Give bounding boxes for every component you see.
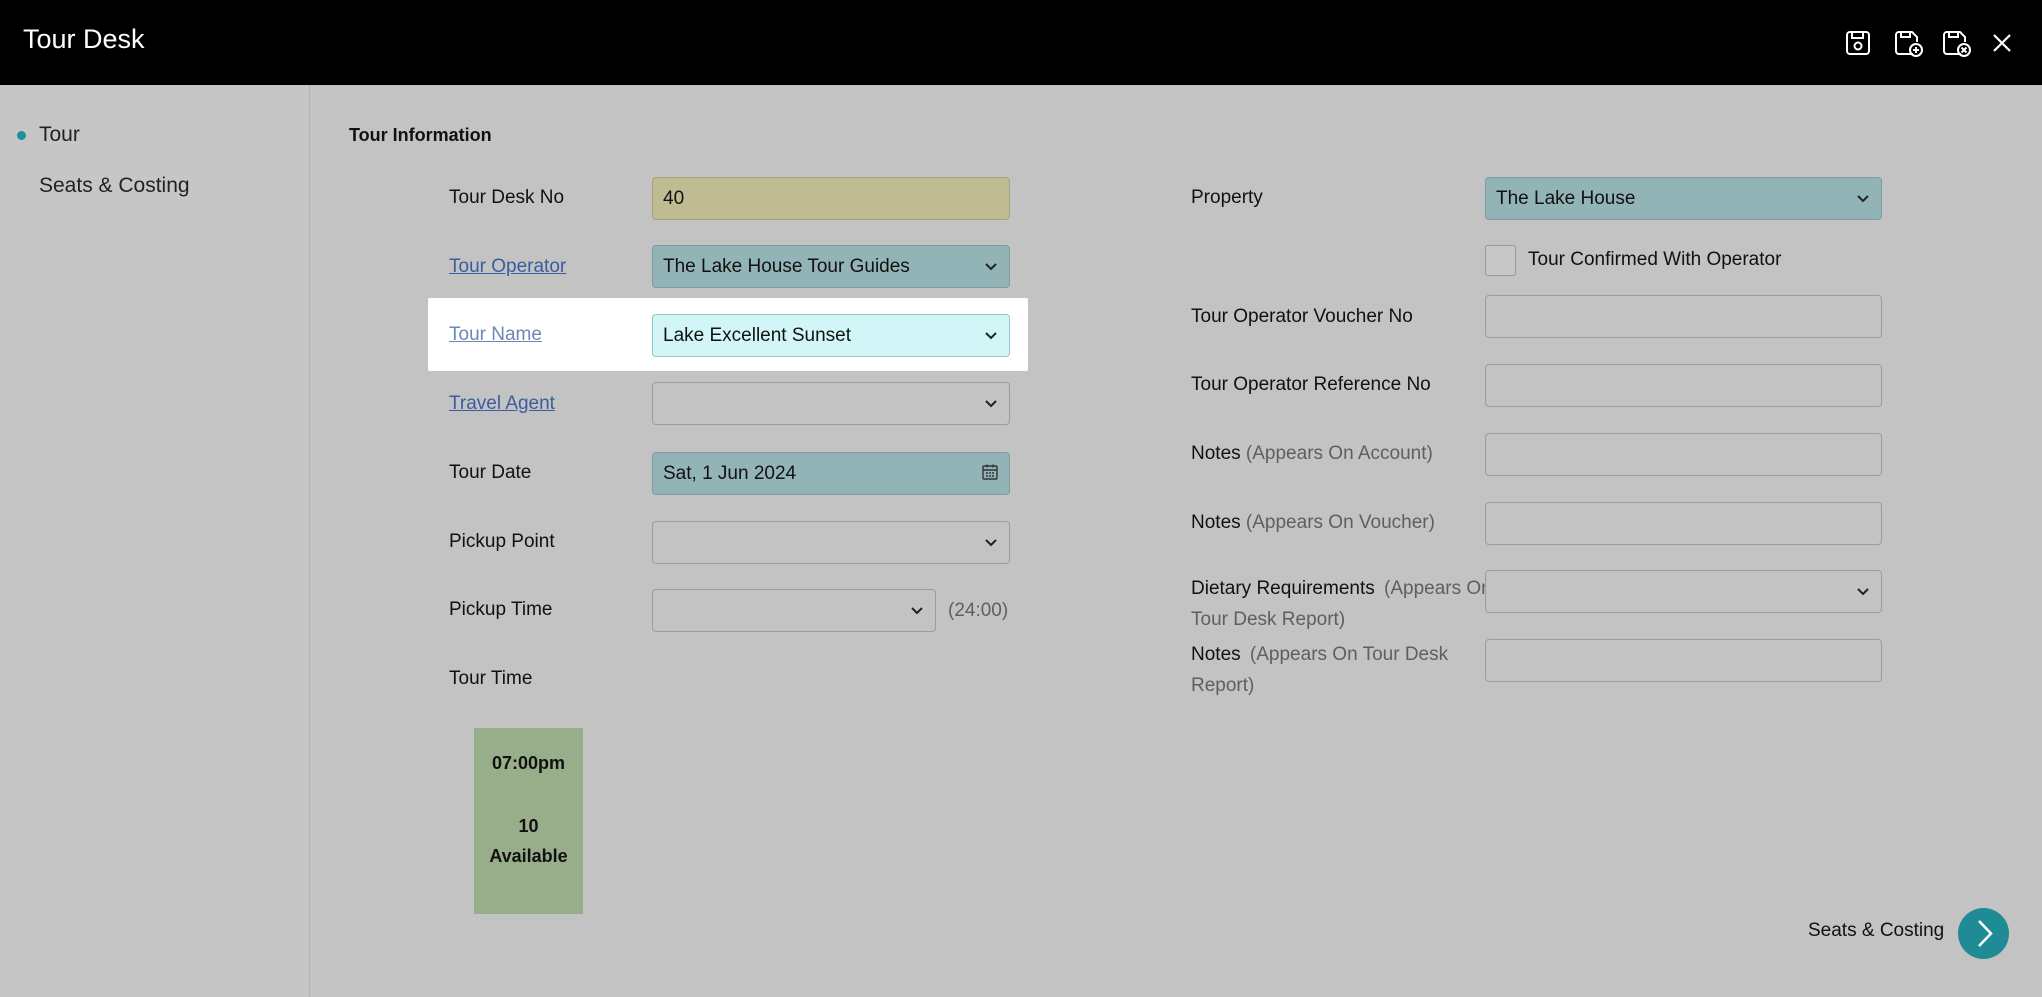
chevron-down-icon [983, 534, 999, 550]
pickup-time-label: Pickup Time [449, 599, 553, 620]
travel-agent-select[interactable] [652, 382, 1010, 425]
tour-date-label: Tour Date [449, 462, 532, 483]
tour-desk-no-field[interactable]: 40 [652, 177, 1010, 220]
next-section-label[interactable]: Seats & Costing [1808, 920, 1944, 942]
tour-confirmed-checkbox[interactable] [1485, 245, 1516, 276]
notes-voucher-hint: (Appears On Voucher) [1245, 512, 1435, 533]
tour-slot-status: Available [489, 846, 568, 866]
save-and-close-icon[interactable] [1940, 28, 1972, 58]
title-bar: Tour Desk [0, 0, 2042, 85]
chevron-down-icon [1855, 190, 1871, 206]
tour-time-slot[interactable]: 07:00pm 10 Available [474, 728, 583, 914]
tour-name-link[interactable]: Tour Name [449, 324, 542, 346]
tour-operator-link[interactable]: Tour Operator [449, 256, 566, 278]
sidebar-item-tour[interactable]: Tour [39, 123, 80, 147]
chevron-down-icon [1855, 583, 1871, 599]
dietary-select[interactable] [1485, 570, 1882, 613]
tour-name-select[interactable]: Lake Excellent Sunset [652, 314, 1010, 357]
tour-date-value: Sat, 1 Jun 2024 [663, 462, 797, 484]
dietary-label-text: Dietary Requirements [1191, 578, 1375, 599]
chevron-right-icon [1978, 920, 1993, 947]
property-label: Property [1191, 187, 1263, 208]
calendar-icon[interactable] [981, 463, 999, 481]
notes-account-input[interactable] [1485, 433, 1882, 476]
pickup-time-select[interactable] [652, 589, 936, 632]
notes-voucher-label-text: Notes [1191, 512, 1241, 533]
tour-time-label: Tour Time [449, 668, 533, 689]
notes-account-hint: (Appears On Account) [1245, 443, 1433, 464]
notes-account-label-text: Notes [1191, 443, 1241, 464]
notes-report-hint-line2: Report) [1191, 675, 1255, 696]
tour-operator-select[interactable]: The Lake House Tour Guides [652, 245, 1010, 288]
property-select[interactable]: The Lake House [1485, 177, 1882, 220]
reference-no-input[interactable] [1485, 364, 1882, 407]
notes-voucher-label: Notes (Appears On Voucher) [1191, 512, 1435, 534]
voucher-no-input[interactable] [1485, 295, 1882, 338]
active-indicator-icon [17, 131, 26, 140]
sidebar [0, 85, 310, 997]
pickup-time-hint: (24:00) [948, 600, 1009, 621]
pickup-point-select[interactable] [652, 521, 1010, 564]
dietary-hint-line2: Tour Desk Report) [1191, 609, 1346, 630]
notes-report-label: Notes (Appears On Tour Desk Report) [1191, 639, 1448, 701]
voucher-no-label: Tour Operator Voucher No [1191, 306, 1413, 327]
tour-slot-count: 10 [518, 816, 539, 836]
property-value: The Lake House [1496, 187, 1636, 209]
section-title: Tour Information [349, 125, 492, 145]
chevron-down-icon [909, 602, 925, 618]
tour-desk-no-value: 40 [663, 187, 685, 209]
notes-account-label: Notes (Appears On Account) [1191, 443, 1433, 465]
tour-confirmed-label: Tour Confirmed With Operator [1528, 249, 1782, 270]
travel-agent-link[interactable]: Travel Agent [449, 393, 555, 415]
tour-date-field[interactable]: Sat, 1 Jun 2024 [652, 452, 1010, 495]
reference-no-label: Tour Operator Reference No [1191, 374, 1431, 395]
dietary-label: Dietary Requirements (Appears On Tour De… [1191, 573, 1492, 635]
tour-operator-value: The Lake House Tour Guides [663, 255, 910, 277]
chevron-down-icon [983, 327, 999, 343]
dietary-hint-line1: (Appears On [1384, 578, 1492, 599]
tour-name-value: Lake Excellent Sunset [663, 324, 852, 346]
tour-slot-time: 07:00pm [491, 753, 566, 773]
chevron-down-icon [983, 395, 999, 411]
notes-report-label-text: Notes [1191, 644, 1241, 665]
notes-voucher-input[interactable] [1485, 502, 1882, 545]
app-title: Tour Desk [23, 24, 145, 54]
chevron-down-icon [983, 258, 999, 274]
close-icon[interactable] [1986, 28, 2018, 58]
sidebar-item-seats-costing[interactable]: Seats & Costing [39, 174, 190, 198]
save-icon[interactable] [1842, 28, 1874, 58]
notes-report-hint-line1: (Appears On Tour Desk [1249, 644, 1449, 665]
pickup-point-label: Pickup Point [449, 531, 555, 552]
tour-desk-no-label: Tour Desk No [449, 187, 565, 208]
save-and-new-icon[interactable] [1892, 28, 1924, 58]
notes-report-input[interactable] [1485, 639, 1882, 682]
next-arrow-button[interactable] [1958, 908, 2009, 959]
